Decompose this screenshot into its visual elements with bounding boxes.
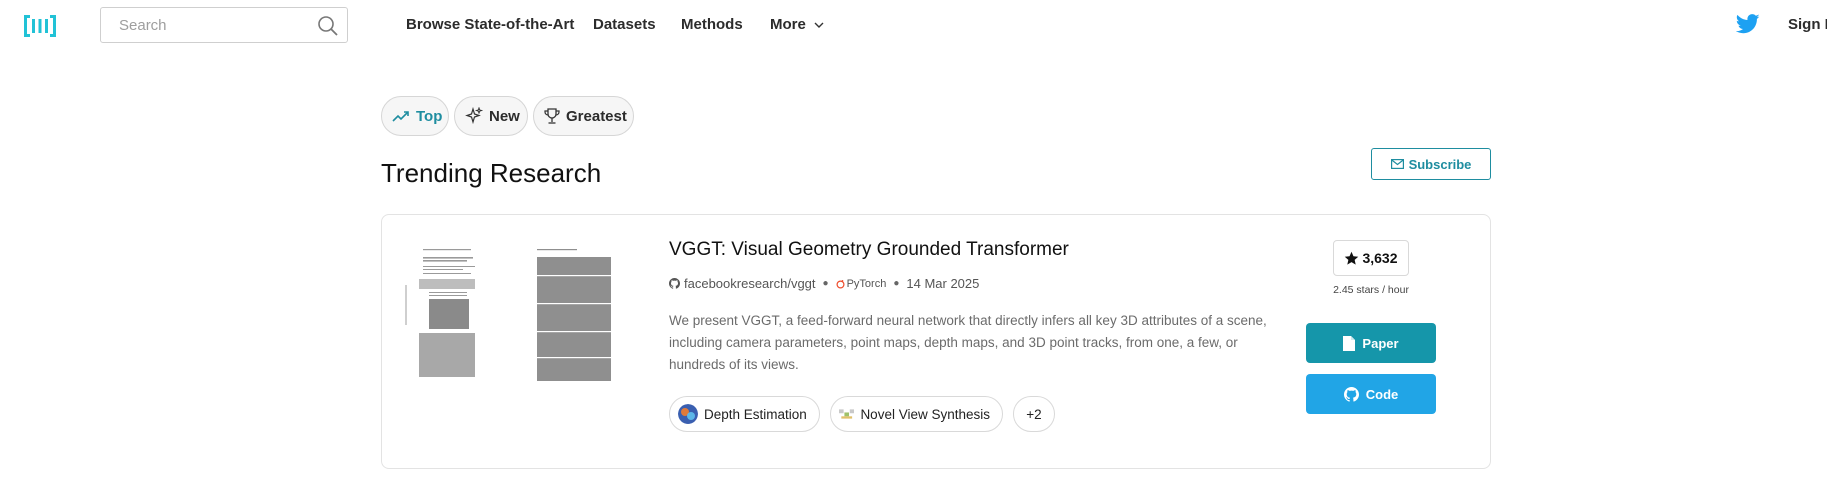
filter-new-pill[interactable]: New — [454, 96, 528, 136]
task-tag-label: Depth Estimation — [704, 406, 807, 422]
subscribe-button[interactable]: Subscribe — [1371, 148, 1491, 180]
depth-estimation-thumbnail-icon — [678, 404, 698, 424]
paper-button-label: Paper — [1362, 335, 1399, 351]
nav-link-more[interactable]: More — [770, 16, 824, 33]
trending-up-icon — [392, 111, 409, 122]
repo-link[interactable]: facebookresearch/vggt — [684, 276, 816, 291]
chevron-down-icon — [814, 22, 824, 28]
code-button-label: Code — [1365, 386, 1399, 402]
separator-dot: ● — [822, 278, 829, 289]
filter-top-label: Top — [416, 107, 443, 125]
papers-with-code-logo-icon[interactable] — [24, 13, 56, 39]
task-tag-depth-estimation[interactable]: Depth Estimation — [669, 396, 820, 432]
framework-label: PyTorch — [846, 277, 887, 290]
separator-dot: ● — [893, 278, 900, 289]
document-icon — [1343, 335, 1356, 351]
stars-per-hour: 2.45 stars / hour — [1333, 284, 1409, 296]
twitter-icon[interactable] — [1736, 13, 1760, 35]
more-tasks-label: +2 — [1026, 406, 1042, 422]
github-icon — [669, 278, 680, 289]
task-tag-novel-view-synthesis[interactable]: Novel View Synthesis — [830, 396, 1003, 432]
filter-greatest-pill[interactable]: Greatest — [533, 96, 634, 136]
publish-date: 14 Mar 2025 — [906, 276, 980, 291]
sparkle-icon — [465, 107, 483, 125]
star-icon — [1345, 251, 1359, 265]
trophy-icon — [544, 107, 560, 124]
paper-thumbnail[interactable] — [405, 245, 615, 385]
code-button[interactable]: Code — [1306, 374, 1436, 414]
section-title: Trending Research — [381, 158, 602, 188]
star-count: 3,632 — [1362, 250, 1398, 266]
nav-link-methods[interactable]: Methods — [681, 16, 743, 33]
pytorch-icon — [836, 279, 845, 289]
search-box — [100, 7, 348, 43]
envelope-icon — [1390, 159, 1404, 169]
filter-greatest-label: Greatest — [566, 107, 627, 125]
star-count-badge[interactable]: 3,632 — [1333, 240, 1409, 276]
task-tag-label: Novel View Synthesis — [860, 406, 990, 422]
nav-link-datasets[interactable]: Datasets — [593, 16, 656, 33]
filter-top-pill[interactable]: Top — [381, 96, 449, 136]
more-tasks-button[interactable]: +2 — [1013, 396, 1055, 432]
top-navbar: Browse State-of-the-Art Datasets Methods… — [0, 0, 1827, 50]
paper-meta: facebookresearch/vggt ● PyTorch ● 14 Mar… — [669, 276, 979, 291]
paper-page-image — [405, 245, 611, 385]
paper-button[interactable]: Paper — [1306, 323, 1436, 363]
subscribe-label: Subscribe — [1408, 156, 1472, 172]
paper-abstract: We present VGGT, a feed-forward neural n… — [669, 313, 1267, 372]
nav-link-browse-sota[interactable]: Browse State-of-the-Art — [406, 16, 574, 33]
search-icon[interactable] — [317, 15, 339, 37]
nav-more-label: More — [770, 16, 806, 33]
github-icon — [1343, 386, 1359, 402]
paper-title-link[interactable]: VGGT: Visual Geometry Grounded Transform… — [669, 239, 1069, 261]
search-input[interactable] — [119, 17, 299, 34]
sign-in-link[interactable]: Sign In — [1788, 16, 1827, 33]
filter-new-label: New — [489, 107, 520, 125]
novel-view-synthesis-thumbnail-icon — [839, 409, 855, 419]
